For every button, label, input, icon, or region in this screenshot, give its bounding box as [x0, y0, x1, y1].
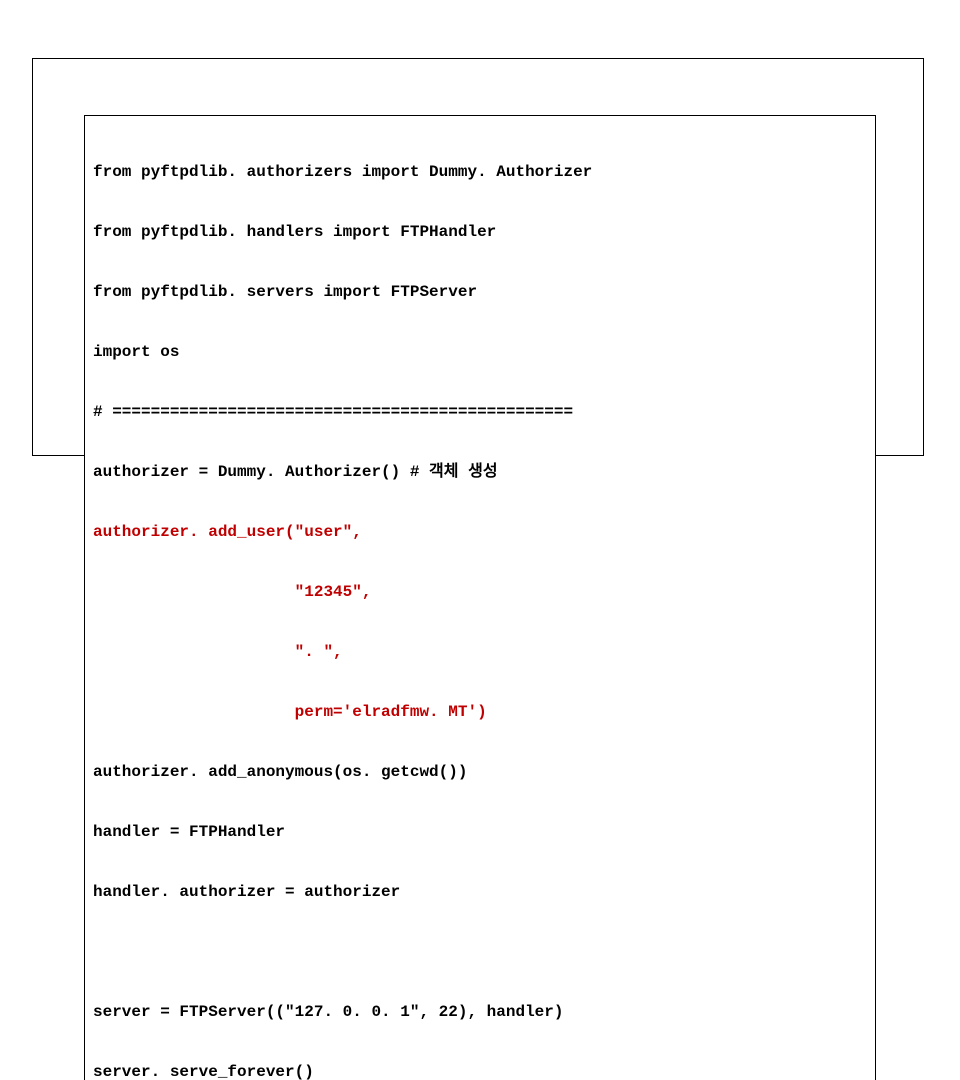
code-line-highlight: ". ",	[93, 642, 867, 662]
code-line: handler = FTPHandler	[93, 822, 867, 842]
code-line-highlight: authorizer. add_user("user",	[93, 522, 867, 542]
code-line: authorizer = Dummy. Authorizer() # 객체 생성	[93, 462, 867, 482]
code-line: from pyftpdlib. handlers import FTPHandl…	[93, 222, 867, 242]
code-line: import os	[93, 342, 867, 362]
blank-line	[93, 942, 867, 962]
code-line: from pyftpdlib. servers import FTPServer	[93, 282, 867, 302]
code-line: server = FTPServer(("127. 0. 0. 1", 22),…	[93, 1002, 867, 1022]
code-line: authorizer. add_anonymous(os. getcwd())	[93, 762, 867, 782]
code-line-highlight: perm='elradfmw. MT')	[93, 702, 867, 722]
code-line: # ======================================…	[93, 402, 867, 422]
code-line-highlight: "12345",	[93, 582, 867, 602]
code-block: from pyftpdlib. authorizers import Dummy…	[84, 115, 876, 1080]
code-line: handler. authorizer = authorizer	[93, 882, 867, 902]
code-line: server. serve_forever()	[93, 1062, 867, 1080]
code-line: from pyftpdlib. authorizers import Dummy…	[93, 162, 867, 182]
code-content: from pyftpdlib. authorizers import Dummy…	[93, 122, 867, 1080]
